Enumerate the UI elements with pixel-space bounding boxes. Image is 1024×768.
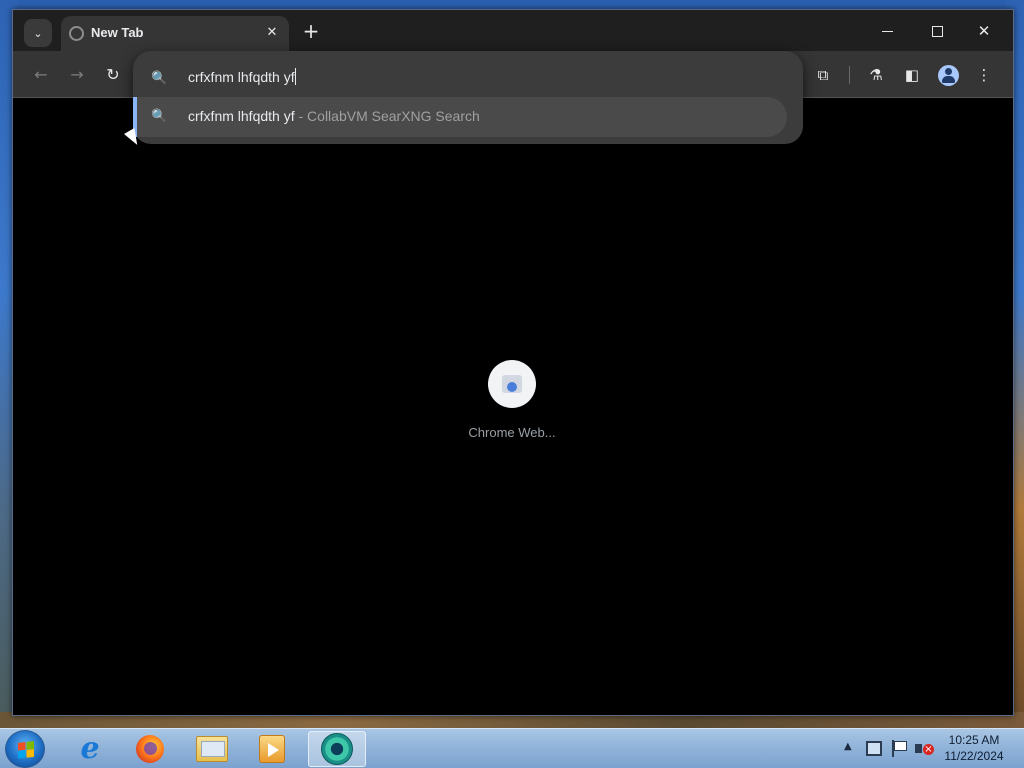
minimize-button[interactable] xyxy=(867,18,907,44)
side-panel-button[interactable]: ◧ xyxy=(900,63,924,87)
address-bar-input[interactable]: crfxfnm lhfqdth yf xyxy=(188,65,688,89)
browser-window: ⌄ New Tab ✕ + ✕ ← → ↻ ⧉ ⚗ ◧ ⋮ 🔍 crfxfnm … xyxy=(12,9,1014,716)
firefox-icon xyxy=(136,735,164,763)
folder-icon xyxy=(196,736,228,762)
search-icon: 🔍 xyxy=(151,71,168,86)
taskbar-app-media-player[interactable] xyxy=(246,731,298,767)
taskbar: e ▲ 10:25 AM 11/22/2024 xyxy=(0,728,1024,768)
web-store-icon xyxy=(502,375,522,393)
profile-button[interactable] xyxy=(936,63,960,87)
suggestion-text: crfxfnm lhfqdth yf - CollabVM SearXNG Se… xyxy=(188,108,480,124)
globe-icon xyxy=(69,26,84,41)
tab-title: New Tab xyxy=(91,25,144,40)
omnibox-dropdown: 🔍 crfxfnm lhfqdth yf 🔍 crfxfnm lhfqdth y… xyxy=(133,51,803,144)
taskbar-app-chrome[interactable] xyxy=(308,731,366,767)
volume-muted-icon[interactable] xyxy=(914,740,934,758)
address-bar-text: crfxfnm lhfqdth yf xyxy=(188,69,295,85)
tab-strip: ⌄ New Tab ✕ + ✕ xyxy=(13,10,1013,51)
tab-search-button[interactable]: ⌄ xyxy=(24,19,52,47)
clock-time: 10:25 AM xyxy=(948,733,1000,747)
minimize-icon xyxy=(881,31,893,32)
window-close-button[interactable]: ✕ xyxy=(964,18,1004,44)
avatar xyxy=(937,65,959,86)
show-hidden-icons-button[interactable]: ▲ xyxy=(844,741,852,752)
search-icon: 🔍 xyxy=(151,109,168,124)
system-clock[interactable]: 10:25 AM 11/22/2024 xyxy=(938,732,1010,764)
shortcut-label[interactable]: Chrome Web... xyxy=(443,425,581,440)
shortcut-tile-chrome-web[interactable] xyxy=(488,360,536,408)
reload-button[interactable]: ↻ xyxy=(101,63,125,87)
start-button[interactable] xyxy=(5,730,45,768)
suggestion-query: crfxfnm lhfqdth yf xyxy=(188,108,295,124)
action-center-flag-icon[interactable] xyxy=(892,740,907,757)
chrome-icon xyxy=(321,733,353,765)
maximize-button[interactable] xyxy=(917,18,957,44)
back-button[interactable]: ← xyxy=(29,63,53,87)
labs-button[interactable]: ⚗ xyxy=(864,63,888,87)
text-caret xyxy=(294,68,296,85)
suggestion-engine: CollabVM SearXNG Search xyxy=(307,108,480,124)
taskbar-app-file-explorer[interactable] xyxy=(186,731,238,767)
toolbar-separator xyxy=(849,66,850,84)
menu-button[interactable]: ⋮ xyxy=(972,63,996,87)
omnibox-suggestion[interactable]: 🔍 crfxfnm lhfqdth yf - CollabVM SearXNG … xyxy=(133,97,787,137)
clock-date: 11/22/2024 xyxy=(944,749,1004,763)
taskbar-app-internet-explorer[interactable]: e xyxy=(64,731,116,767)
suggestion-separator: - xyxy=(298,108,304,124)
network-icon[interactable] xyxy=(866,741,882,756)
tab-new-tab[interactable]: New Tab ✕ xyxy=(61,16,289,51)
media-player-icon xyxy=(259,735,285,763)
tab-close-button[interactable]: ✕ xyxy=(263,24,281,42)
taskbar-app-firefox[interactable] xyxy=(124,731,176,767)
internet-explorer-icon: e xyxy=(80,731,100,766)
forward-button[interactable]: → xyxy=(65,63,89,87)
chevron-down-icon: ⌄ xyxy=(33,26,43,40)
maximize-icon xyxy=(931,26,943,37)
new-tab-button[interactable]: + xyxy=(300,20,322,42)
extensions-button[interactable]: ⧉ xyxy=(811,63,835,87)
